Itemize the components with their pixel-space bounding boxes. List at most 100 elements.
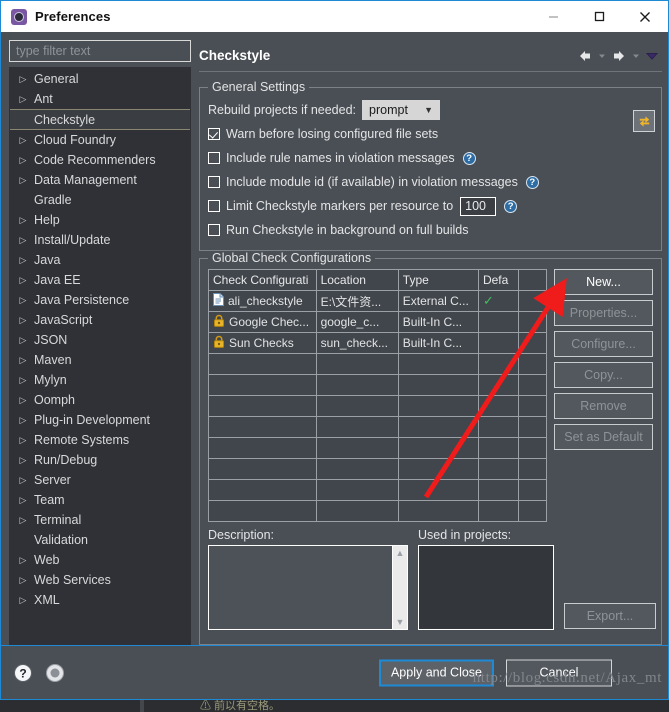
table-row-empty[interactable]	[208, 374, 548, 396]
help-icon-include-module-id-if[interactable]: ?	[525, 175, 539, 189]
table-row[interactable]: Sun Checks sun_check... Built-In C...	[208, 332, 548, 354]
sidebar-item-oomph[interactable]: ▷ Oomph	[10, 390, 190, 410]
scroll-up-icon[interactable]: ▲	[396, 548, 405, 558]
chevron-right-icon[interactable]: ▷	[15, 355, 31, 365]
export-button[interactable]: Export...	[564, 603, 656, 629]
sidebar-item-validation[interactable]: Validation	[10, 530, 190, 550]
sidebar-item-code-recommenders[interactable]: ▷ Code Recommenders	[10, 150, 190, 170]
sidebar-item-team[interactable]: ▷ Team	[10, 490, 190, 510]
sidebar-item-java-ee[interactable]: ▷ Java EE	[10, 270, 190, 290]
help-question-icon[interactable]: ?	[13, 663, 33, 683]
rebuild-projects-select[interactable]: prompt ▼	[362, 100, 441, 120]
config-location-cell[interactable]: sun_check...	[315, 332, 399, 354]
table-row[interactable]: Google Chec... google_c... Built-In C...	[208, 311, 548, 333]
table-column-header[interactable]: Check Configurati	[208, 269, 317, 291]
table-row-empty[interactable]	[208, 500, 548, 522]
config-default-cell[interactable]: ✓	[477, 290, 519, 312]
chevron-right-icon[interactable]: ▷	[15, 135, 31, 145]
limit-markers-checkbox[interactable]	[208, 200, 220, 212]
sidebar-item-remote-systems[interactable]: ▷ Remote Systems	[10, 430, 190, 450]
checkbox-include-module-id-if[interactable]	[208, 176, 220, 188]
scroll-down-icon[interactable]: ▼	[396, 617, 405, 627]
config-location-cell[interactable]: E:\文件资...	[315, 290, 399, 312]
sidebar-item-web[interactable]: ▷ Web	[10, 550, 190, 570]
sidebar-item-plug-in-development[interactable]: ▷ Plug-in Development	[10, 410, 190, 430]
chevron-right-icon[interactable]: ▷	[15, 375, 31, 385]
table-row-empty[interactable]	[208, 416, 548, 438]
used-in-projects-list[interactable]	[418, 545, 554, 630]
maximize-icon[interactable]	[576, 1, 622, 32]
preferences-tree[interactable]: ▷ General ▷ Ant Checkstyle ▷ Cloud Foundry ▷ Cod…	[9, 67, 191, 645]
chevron-right-icon[interactable]: ▷	[15, 515, 31, 525]
chevron-right-icon[interactable]: ▷	[15, 295, 31, 305]
chevron-right-icon[interactable]: ▷	[15, 415, 31, 425]
minimize-icon[interactable]	[530, 1, 576, 32]
sidebar-item-help[interactable]: ▷ Help	[10, 210, 190, 230]
config-type-cell[interactable]: Built-In C...	[397, 332, 479, 354]
chevron-right-icon[interactable]: ▷	[15, 315, 31, 325]
table-row-empty[interactable]	[208, 395, 548, 417]
chevron-right-icon[interactable]: ▷	[15, 435, 31, 445]
chevron-right-icon[interactable]: ▷	[15, 94, 31, 104]
chevron-right-icon[interactable]: ▷	[15, 275, 31, 285]
sidebar-item-java-persistence[interactable]: ▷ Java Persistence	[10, 290, 190, 310]
search-input[interactable]	[14, 43, 186, 59]
config-name-cell[interactable]: Sun Checks	[208, 332, 317, 354]
sidebar-item-general[interactable]: ▷ General	[10, 69, 190, 89]
page-menu-icon[interactable]	[644, 48, 660, 64]
config-name-cell[interactable]: Google Chec...	[208, 311, 317, 333]
config-type-cell[interactable]: Built-In C...	[397, 311, 479, 333]
chevron-right-icon[interactable]: ▷	[15, 74, 31, 84]
config-type-cell[interactable]: External C...	[397, 290, 479, 312]
config-default-cell[interactable]	[477, 311, 519, 333]
back-arrow-icon[interactable]	[576, 48, 594, 64]
chevron-right-icon[interactable]: ▷	[15, 395, 31, 405]
chevron-right-icon[interactable]: ▷	[15, 335, 31, 345]
chevron-right-icon[interactable]: ▷	[15, 495, 31, 505]
sidebar-item-ant[interactable]: ▷ Ant	[10, 89, 190, 109]
chevron-right-icon[interactable]: ▷	[15, 235, 31, 245]
sidebar-item-server[interactable]: ▷ Server	[10, 470, 190, 490]
close-icon[interactable]	[622, 1, 668, 32]
description-box[interactable]: ▲ ▼	[208, 545, 408, 630]
chevron-right-icon[interactable]: ▷	[15, 175, 31, 185]
table-column-header[interactable]	[517, 269, 548, 291]
table-column-header[interactable]: Location	[315, 269, 399, 291]
sidebar-item-maven[interactable]: ▷ Maven	[10, 350, 190, 370]
sidebar-item-gradle[interactable]: Gradle	[10, 190, 190, 210]
config-name-cell[interactable]: ali_checkstyle	[208, 290, 317, 312]
sidebar-item-cloud-foundry[interactable]: ▷ Cloud Foundry	[10, 130, 190, 150]
sidebar-item-web-services[interactable]: ▷ Web Services	[10, 570, 190, 590]
check-configurations-table[interactable]: Check Configurati Location Type Defa ali_ch…	[208, 269, 548, 522]
back-dropdown-icon[interactable]	[597, 48, 607, 64]
chevron-right-icon[interactable]: ▷	[15, 455, 31, 465]
checkbox-include-rule-names-in[interactable]	[208, 152, 220, 164]
table-row-empty[interactable]	[208, 353, 548, 375]
refresh-sync-icon[interactable]	[633, 110, 655, 132]
chevron-right-icon[interactable]: ▷	[15, 595, 31, 605]
chevron-right-icon[interactable]: ▷	[15, 575, 31, 585]
checkbox-run-checkstyle-in-background[interactable]	[208, 224, 220, 236]
chevron-right-icon[interactable]: ▷	[15, 215, 31, 225]
description-textarea[interactable]	[209, 546, 392, 629]
chevron-right-icon[interactable]: ▷	[15, 555, 31, 565]
sidebar-item-java[interactable]: ▷ Java	[10, 250, 190, 270]
filter-box[interactable]	[9, 40, 191, 62]
table-body[interactable]: ali_checkstyle E:\文件资... External C... ✓ Goo…	[208, 290, 548, 522]
sidebar-item-javascript[interactable]: ▷ JavaScript	[10, 310, 190, 330]
config-location-cell[interactable]: google_c...	[315, 311, 399, 333]
sidebar-item-mylyn[interactable]: ▷ Mylyn	[10, 370, 190, 390]
forward-dropdown-icon[interactable]	[631, 48, 641, 64]
sidebar-item-run-debug[interactable]: ▷ Run/Debug	[10, 450, 190, 470]
apply-settings-icon[interactable]	[45, 663, 65, 683]
sidebar-item-terminal[interactable]: ▷ Terminal	[10, 510, 190, 530]
sidebar-item-data-management[interactable]: ▷ Data Management	[10, 170, 190, 190]
sidebar-item-checkstyle[interactable]: Checkstyle	[10, 109, 190, 130]
table-column-header[interactable]: Type	[397, 269, 479, 291]
table-row[interactable]: ali_checkstyle E:\文件资... External C... ✓	[208, 290, 548, 312]
config-default-cell[interactable]	[477, 332, 519, 354]
sidebar-item-xml[interactable]: ▷ XML	[10, 590, 190, 610]
table-row-empty[interactable]	[208, 458, 548, 480]
forward-arrow-icon[interactable]	[610, 48, 628, 64]
table-row-empty[interactable]	[208, 437, 548, 459]
